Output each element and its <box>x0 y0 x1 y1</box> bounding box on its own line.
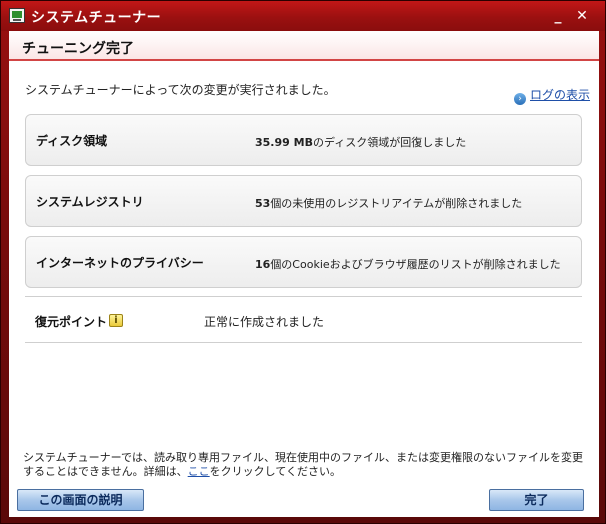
arrow-circle-icon: › <box>514 93 526 105</box>
result-value: 35.99 MBのディスク領域が回復しました <box>255 136 467 149</box>
minimize-button[interactable]: _ <box>550 9 566 23</box>
title-bar[interactable]: システムチューナー _ ✕ <box>1 1 605 31</box>
divider <box>25 296 582 297</box>
restore-point-label: 復元ポイント <box>35 315 108 329</box>
intro-text: システムチューナーによって次の変更が実行されました。 <box>25 83 336 97</box>
details-link[interactable]: ここ <box>188 465 210 478</box>
footer-note: システムチューナーでは、読み取り専用ファイル、現在使用中のファイル、または変更権… <box>23 451 584 478</box>
result-label: ディスク領域 <box>36 134 108 148</box>
view-log-label: ログの表示 <box>530 88 591 102</box>
window-title: システムチューナー <box>31 10 162 26</box>
result-card-disk: ディスク領域 35.99 MBのディスク領域が回復しました <box>25 114 582 166</box>
info-icon[interactable]: i <box>109 314 123 327</box>
done-button[interactable]: 完了 <box>489 489 584 511</box>
help-button[interactable]: この画面の説明 <box>17 489 144 511</box>
view-log-link[interactable]: › ログの表示 <box>514 86 590 105</box>
app-icon <box>9 8 25 23</box>
main-panel: チューニング完了 システムチューナーによって次の変更が実行されました。 › ログの… <box>9 31 599 517</box>
divider <box>25 342 582 343</box>
result-card-registry: システムレジストリ 53個の未使用のレジストリアイテムが削除されました <box>25 175 582 227</box>
page-title: チューニング完了 <box>22 41 134 57</box>
result-value: 53個の未使用のレジストリアイテムが削除されました <box>255 197 523 210</box>
restore-point-status: 正常に作成されました <box>204 315 325 329</box>
result-value: 16個のCookieおよびブラウザ履歴のリストが削除されました <box>255 258 561 271</box>
result-label: インターネットのプライバシー <box>36 256 204 270</box>
close-button[interactable]: ✕ <box>574 9 590 23</box>
header-strip: チューニング完了 <box>9 31 599 61</box>
window: システムチューナー _ ✕ チューニング完了 システムチューナーによって次の変更… <box>0 0 606 524</box>
result-label: システムレジストリ <box>36 195 144 209</box>
result-card-privacy: インターネットのプライバシー 16個のCookieおよびブラウザ履歴のリストが削… <box>25 236 582 288</box>
